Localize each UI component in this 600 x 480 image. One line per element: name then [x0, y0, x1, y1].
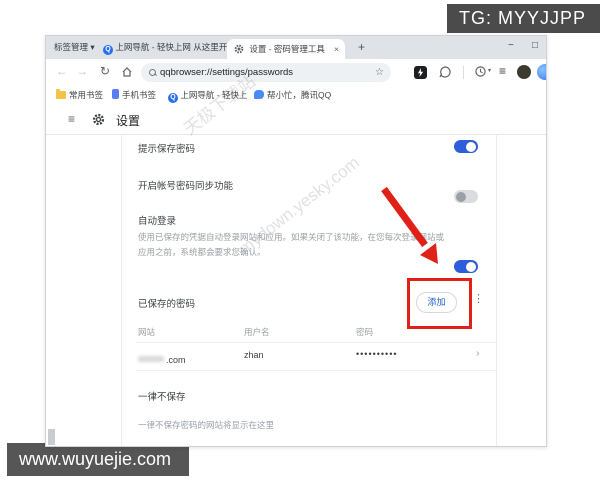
row-divider	[136, 342, 496, 343]
saved-passwords-title: 已保存的密码	[138, 299, 196, 310]
never-save-title: 一律不保存	[138, 392, 186, 403]
save-password-label: 提示保存密码	[138, 144, 196, 155]
settings-gear-icon	[92, 113, 105, 126]
caret-down-icon: ▾	[90, 42, 95, 52]
refresh-icon[interactable]: ↻	[100, 64, 110, 78]
tab-bar: 标签管理 ▾ Q 上网导航 - 轻快上网 从这里开始 设置 - 密码管理工具 ×…	[46, 36, 546, 59]
password-cell: ••••••••••	[356, 349, 398, 359]
close-tab-icon[interactable]: ×	[334, 39, 339, 59]
bookmark-label: 帮小忙，腾讯QQ	[267, 90, 332, 100]
gear-icon	[234, 44, 244, 54]
history-clock-icon[interactable]	[474, 65, 487, 78]
bookmark-help[interactable]: 帮小忙，腾讯QQ	[254, 86, 331, 104]
never-save-hint: 一律不保存密码的网站将显示在这里	[138, 420, 275, 430]
tab-manager-button[interactable]: 标签管理 ▾	[54, 36, 95, 59]
minimize-button[interactable]: −	[508, 40, 514, 51]
toolbar: ← → ↻ qqbrowser://settings/passwords ☆ ▾…	[46, 59, 546, 87]
folder-icon	[56, 89, 66, 99]
column-username: 用户名	[244, 327, 270, 337]
forward-icon[interactable]: →	[76, 64, 88, 78]
tab-manager-label: 标签管理	[54, 42, 89, 52]
bookmark-label: 上网导航 - 轻快上	[180, 90, 248, 100]
sidebar-divider	[121, 134, 122, 446]
more-options-icon[interactable]: ⋮	[473, 292, 484, 305]
tab-title: 设置 - 密码管理工具	[249, 44, 325, 54]
tab-nav-home[interactable]: Q 上网导航 - 轻快上网 从这里开始	[103, 36, 228, 59]
avatar[interactable]	[517, 65, 531, 79]
bookmark-nav[interactable]: Q 上网导航 - 轻快上	[168, 86, 247, 104]
feedback-bubble-icon[interactable]	[438, 65, 452, 79]
extension-icon[interactable]	[414, 66, 427, 79]
phone-icon	[112, 89, 119, 99]
bookmark-label: 常用书签	[69, 90, 104, 100]
qq-browser-logo-icon: Q	[168, 93, 178, 103]
annotation-rectangle	[407, 278, 472, 329]
settings-menu-icon[interactable]: ≡	[68, 112, 75, 126]
settings-header: ≡ 设置	[46, 104, 546, 135]
profile-badge[interactable]	[537, 64, 546, 80]
table-row[interactable]: .com	[138, 350, 186, 368]
auto-login-toggle[interactable]	[454, 260, 478, 273]
row-divider	[136, 370, 496, 371]
url-bar[interactable]: qqbrowser://settings/passwords ☆	[141, 63, 391, 82]
bookmark-star-icon[interactable]: ☆	[375, 63, 384, 82]
bookmark-mobile[interactable]: 手机书签	[112, 86, 156, 104]
toolbar-divider	[463, 66, 464, 79]
maximize-button[interactable]: □	[532, 40, 538, 51]
tab-title: 上网导航 - 轻快上网 从这里开始	[115, 42, 228, 52]
chevron-right-icon[interactable]: ›	[476, 348, 479, 359]
site-watermark: www.wuyuejie.com	[7, 443, 190, 476]
website-cell: .com	[166, 355, 186, 365]
save-password-toggle[interactable]	[454, 140, 478, 153]
browser-window: 标签管理 ▾ Q 上网导航 - 轻快上网 从这里开始 设置 - 密码管理工具 ×…	[45, 35, 547, 447]
new-tab-button[interactable]: +	[358, 36, 365, 59]
bookmarks-bar: 常用书签 手机书签 Q 上网导航 - 轻快上 帮小忙，腾讯QQ	[46, 86, 546, 105]
redacted-website	[138, 356, 164, 362]
scrollbar-thumb[interactable]	[48, 429, 55, 445]
back-icon[interactable]: ←	[56, 64, 68, 78]
content-right-divider	[496, 134, 497, 446]
sync-toggle[interactable]	[454, 190, 478, 203]
help-icon	[254, 90, 264, 99]
bookmark-label: 手机书签	[122, 90, 157, 100]
tg-watermark: TG: MYYJJPP	[446, 4, 600, 33]
auto-login-description: 使用已保存的凭据自动登录网站和应用。如果关闭了该功能，在您每次登录网站或应用之前…	[138, 232, 445, 257]
bookmark-common[interactable]: 常用书签	[56, 86, 103, 104]
column-password: 密码	[356, 327, 374, 337]
tab-settings-active[interactable]: 设置 - 密码管理工具 ×	[227, 39, 345, 59]
column-website: 网站	[138, 327, 156, 337]
username-cell: zhan	[244, 350, 264, 360]
sync-label: 开启帐号密码同步功能	[138, 181, 234, 192]
search-icon	[149, 69, 158, 77]
page-title: 设置	[116, 114, 141, 128]
home-icon[interactable]	[121, 66, 133, 78]
auto-login-title: 自动登录	[138, 216, 177, 227]
history-caret-icon[interactable]: ▾	[488, 67, 491, 74]
menu-icon[interactable]: ≡	[499, 64, 506, 78]
qq-browser-logo-icon: Q	[103, 45, 113, 55]
url-text: qqbrowser://settings/passwords	[160, 67, 294, 78]
